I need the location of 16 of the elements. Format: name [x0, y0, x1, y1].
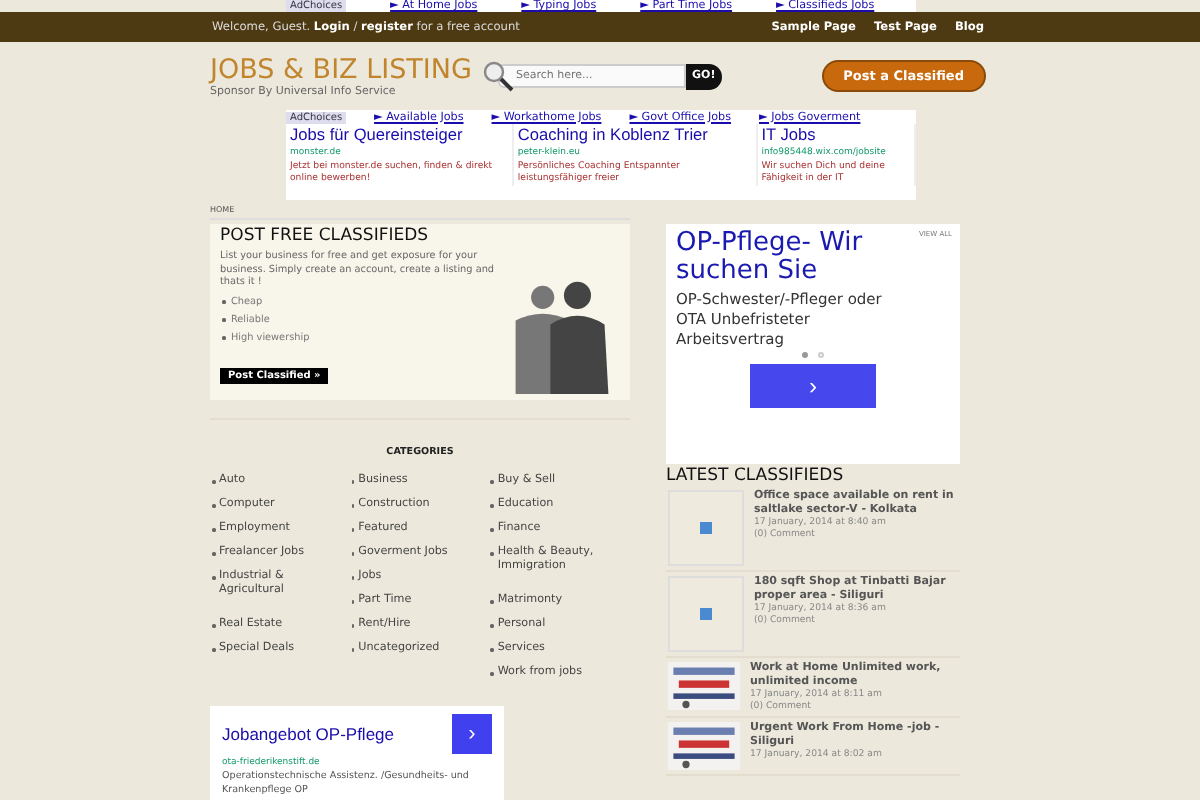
- image-icon: [700, 522, 712, 534]
- latest-heading: LATEST CLASSIFIEDS: [666, 466, 846, 486]
- thumbnail-placeholder[interactable]: [668, 490, 744, 566]
- ad-title[interactable]: Coaching in Koblenz Trier: [517, 124, 752, 144]
- ad-title[interactable]: OP-Pflege- Wir suchen Sie: [676, 230, 900, 286]
- ad-title[interactable]: Jobangebot OP-Pflege: [222, 724, 395, 744]
- carousel-dot[interactable]: [802, 352, 808, 358]
- ad-arrow-button[interactable]: ›: [750, 364, 876, 408]
- image-icon: [700, 608, 712, 620]
- promo-title: POST FREE CLASSIFIEDS: [220, 226, 431, 246]
- thumbnail-placeholder[interactable]: [668, 576, 744, 652]
- carousel-dot[interactable]: [818, 352, 824, 358]
- ad-arrow-button[interactable]: ›: [452, 714, 492, 754]
- ad-title[interactable]: IT Jobs: [761, 124, 910, 144]
- search-icon: [482, 60, 514, 92]
- ad-title[interactable]: Jobs für Quereinsteiger: [290, 124, 508, 144]
